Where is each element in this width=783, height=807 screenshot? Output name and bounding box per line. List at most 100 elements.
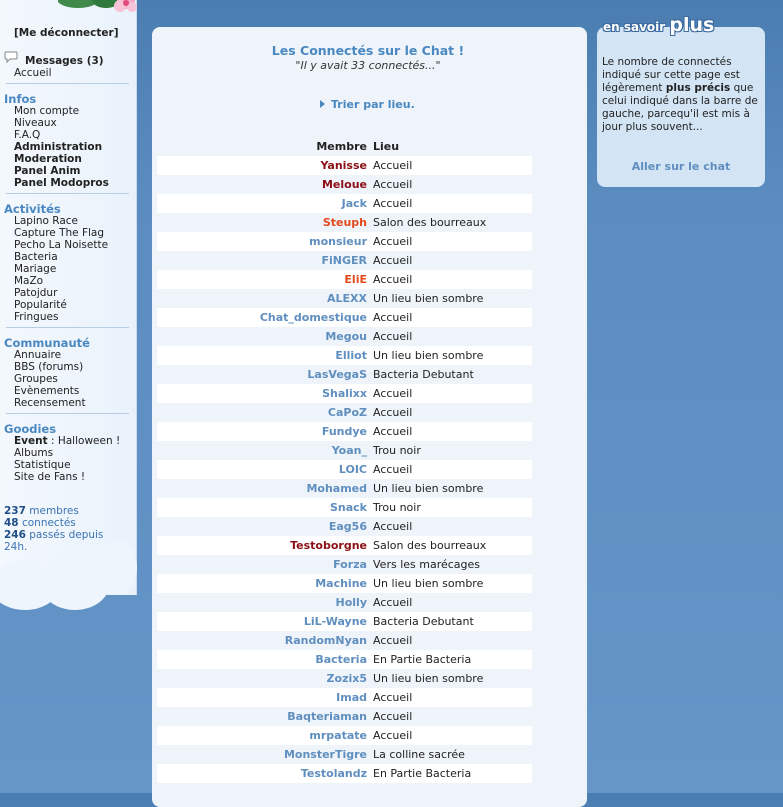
member-name-link[interactable]: monsieur (157, 232, 367, 251)
nav-item[interactable]: Mariage (14, 263, 56, 275)
nav-item-event[interactable]: Event : Halloween ! (14, 435, 120, 447)
member-name-link[interactable]: RandomNyan (157, 631, 367, 650)
member-place: Accueil (373, 596, 413, 609)
nav-item[interactable]: Lapino Race (14, 215, 78, 227)
member-name-link[interactable]: Baqteriaman (157, 707, 367, 726)
table-row: ALEXX Un lieu bien sombre (157, 289, 532, 308)
nav-item[interactable]: Statistique (14, 459, 71, 471)
member-place: Accueil (373, 729, 413, 742)
table-row: Megou Accueil (157, 327, 532, 346)
table-row: FiNGER Accueil (157, 251, 532, 270)
table-row: Chat_domestique Accueil (157, 308, 532, 327)
go-to-chat-link[interactable]: Aller sur le chat (597, 160, 765, 173)
nav-item[interactable]: Administration (14, 141, 102, 153)
nav-item[interactable]: Popularité (14, 299, 67, 311)
member-name-link[interactable]: Zozix5 (157, 669, 367, 688)
member-name-link[interactable]: Meloue (157, 175, 367, 194)
member-name-link[interactable]: Elliot (157, 346, 367, 365)
member-name-link[interactable]: Yoan_ (157, 441, 367, 460)
member-name-link[interactable]: Mohamed (157, 479, 367, 498)
member-name-link[interactable]: Machine (157, 574, 367, 593)
nav-item[interactable]: Site de Fans ! (14, 471, 85, 483)
member-name-link[interactable]: LOIC (157, 460, 367, 479)
member-name-link[interactable]: Jack (157, 194, 367, 213)
table-row: EliE Accueil (157, 270, 532, 289)
nav-item[interactable]: Panel Anim (14, 165, 81, 177)
member-name-link[interactable]: mrpatate (157, 726, 367, 745)
section-title-infos: Infos (4, 92, 37, 106)
member-place: Accueil (373, 235, 413, 248)
nav-item[interactable]: Annuaire (14, 349, 61, 361)
connected-table: Membre Lieu Yanisse Accueil Meloue Accueil J… (157, 137, 532, 783)
table-row: LiL-Wayne Bacteria Debutant (157, 612, 532, 631)
divider (6, 327, 129, 328)
member-name-link[interactable]: Megou (157, 327, 367, 346)
event-suffix: : Halloween ! (47, 435, 121, 447)
home-link[interactable]: Accueil (14, 67, 52, 79)
member-name-link[interactable]: Steuph (157, 213, 367, 232)
nav-item[interactable]: MaZo (14, 275, 43, 287)
member-name-link[interactable]: Bacteria (157, 650, 367, 669)
section-title-communaute: Communauté (4, 336, 90, 350)
member-name-link[interactable]: Fundye (157, 422, 367, 441)
member-name-link[interactable]: LiL-Wayne (157, 612, 367, 631)
member-name-link[interactable]: Testoborgne (157, 536, 367, 555)
nav-item[interactable]: Fringues (14, 311, 58, 323)
member-name-link[interactable]: LasVegaS (157, 365, 367, 384)
member-place: Accueil (373, 311, 413, 324)
nav-item[interactable]: Panel Modopros (14, 177, 109, 189)
info-panel-title: en savoir plus (603, 14, 714, 36)
table-row: mrpatate Accueil (157, 726, 532, 745)
nav-item[interactable]: Evènements (14, 385, 79, 397)
nav-item[interactable]: Niveaux (14, 117, 57, 129)
member-name-link[interactable]: Snack (157, 498, 367, 517)
member-name-link[interactable]: FiNGER (157, 251, 367, 270)
member-name-link[interactable]: MonsterTigre (157, 745, 367, 764)
nav-item[interactable]: BBS (forums) (14, 361, 83, 373)
member-name-link[interactable]: ALEXX (157, 289, 367, 308)
member-name-link[interactable]: Imad (157, 688, 367, 707)
nav-item[interactable]: Recensement (14, 397, 86, 409)
member-name-link[interactable]: CaPoZ (157, 403, 367, 422)
member-name-link[interactable]: EliE (157, 270, 367, 289)
nav-item[interactable]: Groupes (14, 373, 58, 385)
nav-item[interactable]: F.A.Q (14, 129, 40, 141)
nav-item[interactable]: Bacteria (14, 251, 58, 263)
info-text: Le nombre de connectés indiqué sur cette… (602, 56, 762, 134)
table-body: Yanisse Accueil Meloue Accueil Jack Accueil St… (157, 156, 532, 783)
member-place: Vers les marécages (373, 558, 481, 571)
member-name-link[interactable]: Holly (157, 593, 367, 612)
nav-item[interactable]: Capture The Flag (14, 227, 104, 239)
table-row: Snack Trou noir (157, 498, 532, 517)
member-place: Accueil (373, 406, 413, 419)
table-row: Jack Accueil (157, 194, 532, 213)
logout-link[interactable]: [Me déconnecter] (14, 27, 119, 39)
member-name-link[interactable]: Forza (157, 555, 367, 574)
table-row: Machine Un lieu bien sombre (157, 574, 532, 593)
member-place: Trou noir (373, 444, 421, 457)
table-row: Bacteria En Partie Bacteria (157, 650, 532, 669)
nav-item[interactable]: Patojdur (14, 287, 57, 299)
nav-item[interactable]: Pecho La Noisette (14, 239, 108, 251)
member-place: Bacteria Debutant (373, 615, 474, 628)
nav-item[interactable]: Albums (14, 447, 53, 459)
table-row: Fundye Accueil (157, 422, 532, 441)
messages-link[interactable]: Messages (3) (25, 55, 104, 67)
table-row: LasVegaS Bacteria Debutant (157, 365, 532, 384)
member-name-link[interactable]: Chat_domestique (157, 308, 367, 327)
section-title-goodies: Goodies (4, 422, 57, 436)
nav-item[interactable]: Moderation (14, 153, 82, 165)
table-row: LOIC Accueil (157, 460, 532, 479)
member-place: La colline sacrée (373, 748, 465, 761)
member-place: Accueil (373, 273, 413, 286)
nav-item[interactable]: Mon compte (14, 105, 79, 117)
member-name-link[interactable]: Eag56 (157, 517, 367, 536)
sort-by-place-link[interactable]: Trier par lieu. (320, 98, 415, 111)
stat-number: 48 (4, 517, 19, 529)
member-name-link[interactable]: Testolandz (157, 764, 367, 783)
sidebar: [Me déconnecter] Messages (3) Accueil In… (0, 0, 137, 595)
member-name-link[interactable]: Yanisse (157, 156, 367, 175)
table-row: Baqteriaman Accueil (157, 707, 532, 726)
member-name-link[interactable]: Shalixx (157, 384, 367, 403)
divider (6, 413, 129, 414)
